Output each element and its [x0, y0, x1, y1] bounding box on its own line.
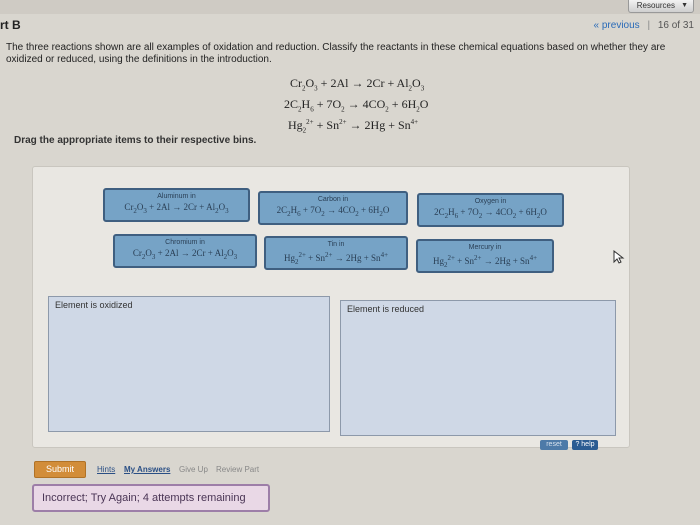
tile-equation: Cr2O3 + 2Al → 2Cr + Al2O3	[124, 202, 229, 215]
equation-2: 2C2H6 + 7O2 → 4CO2 + 6H2O	[284, 97, 429, 114]
tile-mercury[interactable]: Mercury in Hg22+ + Sn2+ → 2Hg + Sn4+	[416, 239, 554, 273]
tile-label: Tin in	[327, 241, 345, 248]
tile-label: Oxygen in	[474, 198, 507, 205]
bin-oxidized-label: Element is oxidized	[55, 300, 133, 310]
pager: « previous | 16 of 31	[594, 20, 694, 31]
tile-tin[interactable]: Tin in Hg22+ + Sn2+ → 2Hg + Sn4+	[264, 236, 408, 270]
tile-label: Aluminum in	[157, 193, 196, 200]
previous-link[interactable]: « previous	[594, 20, 640, 31]
tile-aluminum[interactable]: Aluminum in Cr2O3 + 2Al → 2Cr + Al2O3	[103, 188, 250, 222]
part-title: rt B	[0, 18, 21, 32]
tile-equation: Hg22+ + Sn2+ → 2Hg + Sn4+	[283, 251, 389, 266]
feedback-message: Incorrect; Try Again; 4 attempts remaini…	[32, 484, 270, 512]
tile-oxygen[interactable]: Oxygen in 2C2H6 + 7O2 → 4CO2 + 6H2O	[417, 193, 564, 227]
top-bar: Resources ▼	[0, 0, 700, 14]
tile-label: Chromium in	[165, 239, 205, 246]
bin-reduced[interactable]: Element is reduced	[340, 300, 616, 436]
page-counter: 16 of 31	[657, 20, 694, 31]
my-answers-link[interactable]: My Answers	[124, 465, 170, 474]
tile-equation: 2C2H6 + 7O2 → 4CO2 + 6H2O	[276, 205, 390, 218]
resources-label: Resources	[636, 1, 675, 10]
equation-1: Cr2O3 + 2Al → 2Cr + Al2O3	[290, 76, 425, 93]
chevron-down-icon: ▼	[681, 2, 688, 9]
tile-label: Mercury in	[468, 244, 502, 251]
bin-reduced-label: Element is reduced	[347, 304, 425, 314]
tile-equation: Hg22+ + Sn2+ → 2Hg + Sn4+	[432, 254, 538, 269]
equation-3: Hg22+ + Sn2+ → 2Hg + Sn4+	[288, 118, 419, 135]
tile-chromium[interactable]: Chromium in Cr2O3 + 2Al → 2Cr + Al2O3	[113, 234, 257, 268]
mouse-cursor-icon	[613, 250, 625, 264]
give-up-link[interactable]: Give Up	[179, 465, 208, 474]
drag-instruction: Drag the appropriate items to their resp…	[14, 135, 257, 146]
help-button[interactable]: ? help	[572, 440, 598, 450]
tile-carbon[interactable]: Carbon in 2C2H6 + 7O2 → 4CO2 + 6H2O	[258, 191, 408, 225]
bin-oxidized[interactable]: Element is oxidized	[48, 296, 330, 432]
tile-equation: Cr2O3 + 2Al → 2Cr + Al2O3	[132, 248, 238, 261]
pager-divider: |	[647, 20, 651, 31]
tile-label: Carbon in	[317, 196, 349, 203]
reset-button[interactable]: reset	[540, 440, 568, 450]
tile-equation: 2C2H6 + 7O2 → 4CO2 + 6H2O	[434, 207, 547, 220]
hints-link[interactable]: Hints	[97, 465, 115, 474]
resources-button[interactable]: Resources ▼	[627, 0, 694, 13]
review-part-link[interactable]: Review Part	[216, 465, 259, 474]
submit-button[interactable]: Submit	[34, 461, 86, 478]
instructions-text: The three reactions shown are all exampl…	[6, 42, 666, 65]
